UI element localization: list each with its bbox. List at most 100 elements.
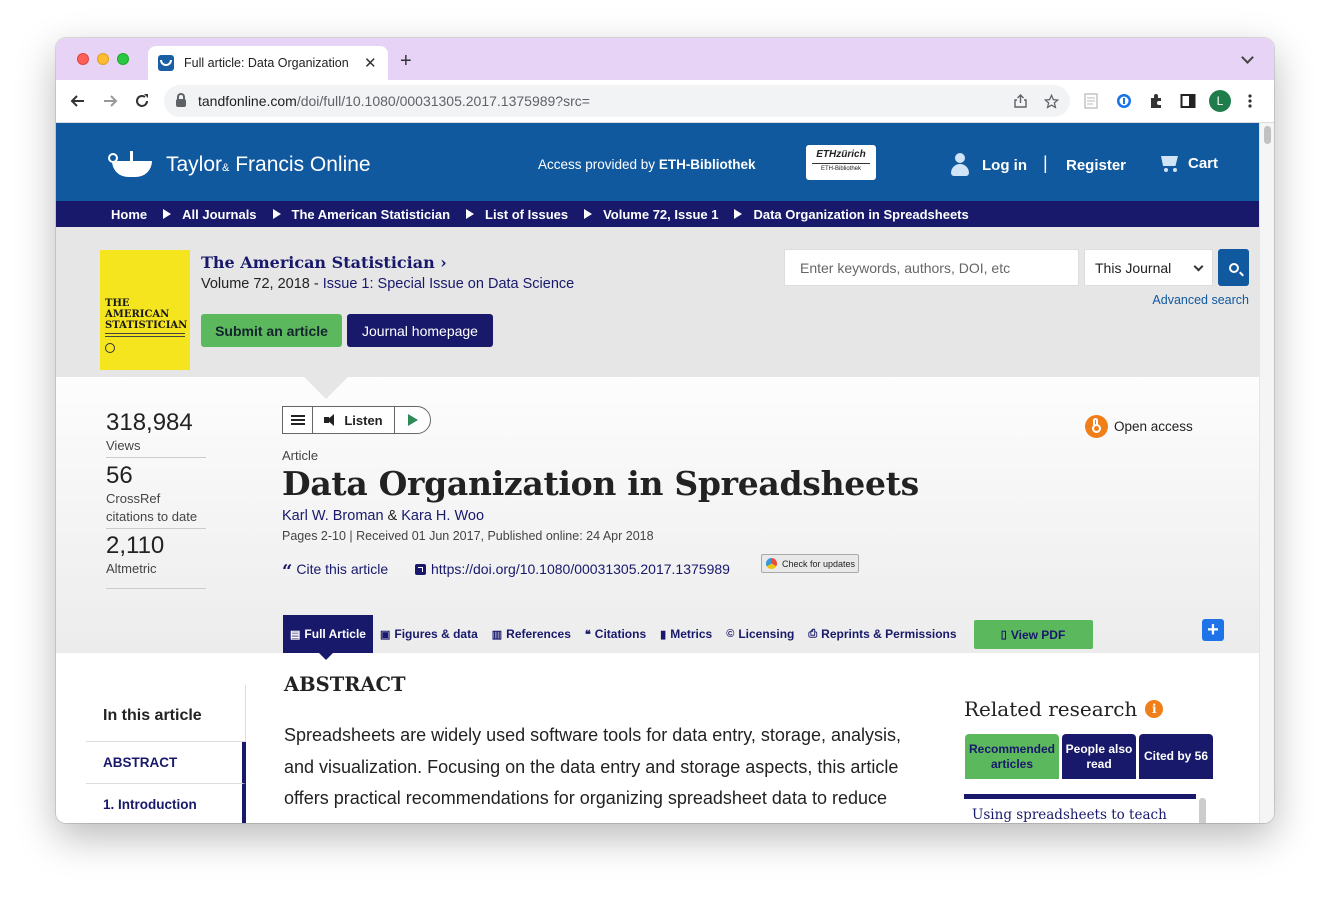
password-manager-icon[interactable]: [1116, 93, 1132, 109]
book-icon: ▥: [491, 628, 503, 641]
breadcrumb-arrow-icon: [466, 209, 475, 219]
scrollbar-thumb[interactable]: [1264, 126, 1271, 144]
info-icon[interactable]: i: [1145, 700, 1164, 718]
address-bar[interactable]: tandfonline.com/doi/full/10.1080/0003130…: [164, 85, 1070, 117]
journal-banner: THE AMERICAN STATISTICIAN The American S…: [56, 227, 1259, 377]
article-authors: Karl W. Broman & Kara H. Woo: [282, 508, 485, 524]
breadcrumb-home[interactable]: Home: [111, 207, 147, 222]
tab-people-also-read[interactable]: People also read: [1062, 734, 1136, 779]
browser-window: Full article: Data Organization ✕ + tand…: [56, 38, 1274, 823]
search-scope-select[interactable]: This Journal: [1084, 249, 1213, 286]
web-page: Taylor& Francis Online Access provided b…: [56, 123, 1259, 823]
journal-homepage-button[interactable]: Journal homepage: [347, 314, 493, 347]
article-tabs: ▤ Full Article ▣ Figures & data ▥ Reference…: [283, 615, 1093, 660]
open-access-badge: Open access: [1085, 415, 1193, 438]
tab-search-chevron-icon[interactable]: [1241, 51, 1254, 64]
bar-chart-icon: ▮: [660, 628, 667, 641]
view-pdf-button[interactable]: ▯ View PDF: [973, 620, 1093, 649]
speaker-icon: [324, 414, 338, 426]
related-scrollbar[interactable]: [1199, 798, 1206, 823]
zoom-window-button[interactable]: [117, 53, 129, 65]
journal-cover-image[interactable]: THE AMERICAN STATISTICIAN: [100, 250, 190, 370]
header-separator: |: [1043, 153, 1048, 173]
close-window-button[interactable]: [77, 53, 89, 65]
journal-volume: Volume 72, 2018 - Issue 1: Special Issue…: [201, 276, 575, 292]
register-link[interactable]: Register: [1066, 157, 1126, 174]
tab-references[interactable]: ▥ References: [485, 615, 578, 653]
related-article-link[interactable]: Using spreadsheets to teach: [964, 794, 1196, 823]
breadcrumb-journal[interactable]: The American Statistician: [292, 207, 450, 222]
related-research-heading: Related research i: [964, 697, 1164, 721]
reader-mode-icon[interactable]: [1084, 93, 1100, 109]
quote-icon: ❝: [584, 628, 591, 641]
search-input[interactable]: Enter keywords, authors, DOI, etc: [784, 249, 1079, 286]
bookmark-star-icon[interactable]: [1043, 93, 1060, 112]
advanced-search-link[interactable]: Advanced search: [1152, 293, 1249, 307]
page-scrollbar[interactable]: [1259, 123, 1274, 823]
toc-item-introduction[interactable]: 1. Introduction: [86, 784, 246, 823]
cart-link[interactable]: Cart: [1158, 154, 1218, 172]
abstract-text: Spreadsheets are widely used software to…: [284, 725, 901, 808]
tab-full-article[interactable]: ▤ Full Article: [283, 615, 373, 660]
metric-views: 318,984 Views: [106, 409, 206, 458]
profile-avatar[interactable]: L: [1209, 90, 1231, 112]
minimize-window-button[interactable]: [97, 53, 109, 65]
breadcrumb: Home All Journals The American Statistic…: [56, 201, 1259, 227]
tab-licensing[interactable]: © Licensing: [719, 615, 801, 653]
new-tab-button[interactable]: +: [400, 50, 412, 73]
forward-arrow-icon[interactable]: [97, 88, 123, 114]
publication-info: Pages 2-10 | Received 01 Jun 2017, Publi…: [282, 529, 654, 543]
search-button[interactable]: [1218, 249, 1249, 286]
breadcrumb-arrow-icon: [163, 209, 172, 219]
check-for-updates-button[interactable]: Check for updates: [761, 554, 859, 573]
doi-link[interactable]: https://doi.org/10.1080/00031305.2017.13…: [415, 561, 730, 577]
journal-title-link[interactable]: The American Statistician ›: [201, 253, 447, 272]
tab-citations[interactable]: ❝ Citations: [578, 615, 653, 653]
tandf-logo[interactable]: Taylor& Francis Online: [108, 151, 371, 179]
play-icon[interactable]: [395, 414, 430, 426]
open-access-icon: [1085, 415, 1108, 438]
player-menu-icon[interactable]: [283, 407, 313, 433]
tab-reprints-permissions[interactable]: ⎙ Reprints & Permissions: [801, 615, 963, 653]
listen-button[interactable]: Listen: [313, 407, 395, 433]
submit-article-button[interactable]: Submit an article: [201, 314, 342, 347]
breadcrumb-all-journals[interactable]: All Journals: [182, 207, 256, 222]
site-header: Taylor& Francis Online Access provided b…: [56, 123, 1259, 201]
tab-metrics[interactable]: ▮ Metrics: [653, 615, 719, 653]
author-link[interactable]: Karl W. Broman: [282, 508, 384, 524]
quote-icon: “: [282, 561, 293, 582]
share-icon[interactable]: [1014, 94, 1027, 111]
back-arrow-icon[interactable]: [65, 88, 91, 114]
login-link[interactable]: Log in: [950, 153, 1027, 177]
tab-close-icon[interactable]: ✕: [364, 54, 377, 72]
banner-pointer: [304, 377, 348, 399]
tab-cited-by[interactable]: Cited by 56: [1139, 734, 1213, 779]
listen-player: Listen: [282, 406, 431, 434]
article-header: [56, 377, 1259, 653]
breadcrumb-arrow-icon: [272, 209, 281, 219]
tab-recommended-articles[interactable]: Recommended articles: [965, 734, 1059, 779]
issue-link[interactable]: Issue 1: Special Issue on Data Science: [323, 276, 574, 292]
breadcrumb-volume[interactable]: Volume 72, Issue 1: [603, 207, 718, 222]
table-of-contents: In this article ABSTRACT 1. Introduction: [86, 685, 246, 823]
lock-icon: [176, 93, 186, 107]
metric-altmetric[interactable]: 2,110 Altmetric: [106, 532, 206, 589]
article-type: Article: [282, 448, 319, 463]
browser-tab[interactable]: Full article: Data Organization ✕: [148, 46, 388, 80]
breadcrumb-arrow-icon: [734, 209, 743, 219]
cite-article-link[interactable]: “Cite this article: [282, 561, 388, 582]
print-icon: ⎙: [808, 627, 818, 640]
cart-icon: [1158, 154, 1180, 172]
browser-menu-icon[interactable]: [1248, 93, 1264, 109]
breadcrumb-list-of-issues[interactable]: List of Issues: [485, 207, 568, 222]
toc-item-abstract[interactable]: ABSTRACT: [86, 742, 246, 784]
share-plus-button[interactable]: +: [1202, 619, 1224, 641]
reload-icon[interactable]: [129, 88, 155, 114]
toc-heading: In this article: [86, 685, 246, 742]
tab-figures-data[interactable]: ▣ Figures & data: [373, 615, 485, 653]
side-panel-icon[interactable]: [1180, 93, 1196, 109]
extensions-puzzle-icon[interactable]: [1148, 93, 1164, 109]
author-link[interactable]: Kara H. Woo: [401, 508, 484, 524]
cover-seal-icon: [105, 343, 115, 353]
eth-zurich-logo: ETHzürich ETH-Bibliothek: [806, 145, 876, 180]
